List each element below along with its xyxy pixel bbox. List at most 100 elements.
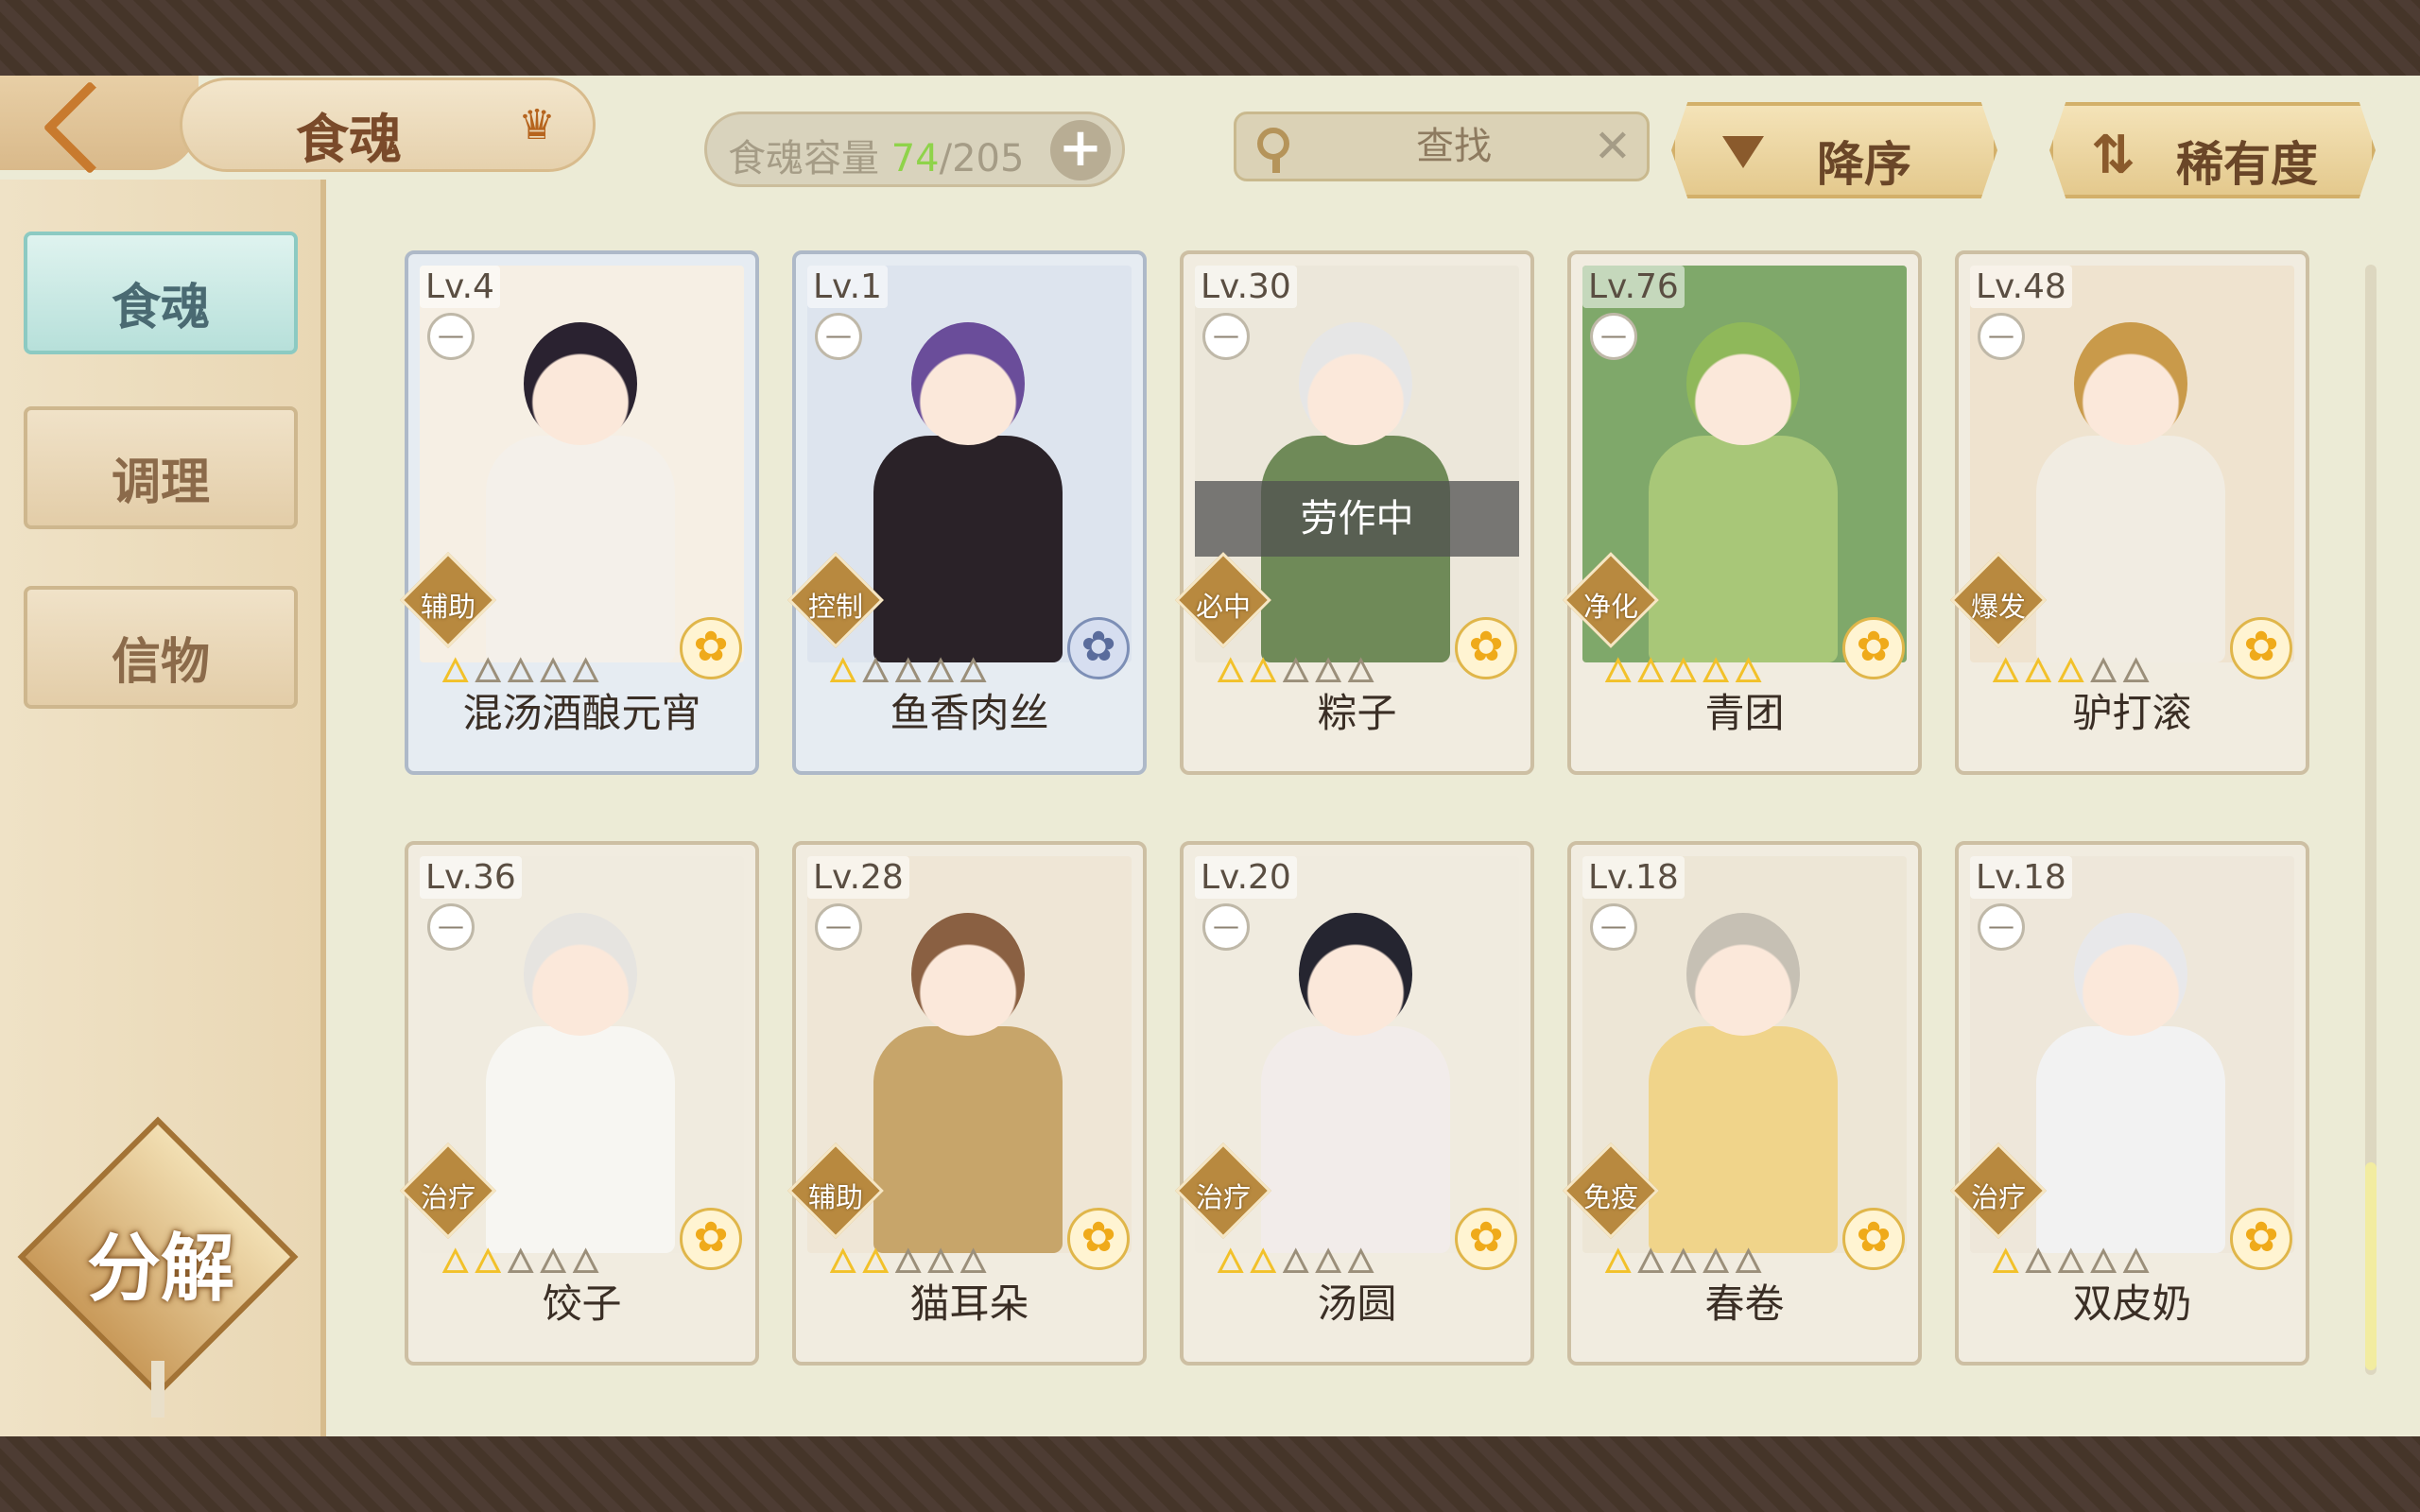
- level-label: Lv.28: [807, 856, 909, 899]
- level-label: Lv.18: [1970, 856, 2072, 899]
- food-soul-card[interactable]: Lv.18 — 治疗 🜂🜂🜂🜂🜂 ✿ 双皮奶: [1950, 841, 2309, 1366]
- food-soul-card[interactable]: Lv.30 — 劳作中 必中 🜂🜂🜂🜂🜂 ✿ 粽子: [1175, 250, 1534, 775]
- character-name: 春卷: [1704, 1280, 1785, 1327]
- swap-icon: ⇅: [2091, 125, 2135, 186]
- flower-icon: ✿: [1455, 1208, 1517, 1270]
- role-label: 辅助: [807, 1181, 863, 1213]
- bowl-icon: —: [815, 313, 862, 360]
- bowl-icon: —: [1590, 903, 1637, 951]
- capacity-text: 食魂容量: [728, 137, 879, 180]
- character-name: 驴打滚: [2072, 690, 2192, 736]
- bowl-icon: —: [1202, 903, 1250, 951]
- character-name: 鱼香肉丝: [890, 690, 1049, 736]
- character-figure: [476, 294, 684, 662]
- sort-order-button[interactable]: 降序: [1671, 102, 1997, 198]
- scrollbar[interactable]: [2365, 265, 2377, 1375]
- food-soul-card[interactable]: Lv.4 — 辅助 🜂🜂🜂🜂🜂 ✿ 混汤酒酿元宵: [400, 250, 759, 775]
- level-label: Lv.48: [1970, 266, 2072, 308]
- food-soul-card[interactable]: Lv.18 — 免疫 🜂🜂🜂🜂🜂 ✿ 春卷: [1563, 841, 1922, 1366]
- flower-icon: ✿: [2230, 1208, 2292, 1270]
- flower-icon: ✿: [680, 1208, 742, 1270]
- sort-order-label: 降序: [1817, 136, 1911, 192]
- sidebar-item-label: 调理: [111, 454, 210, 511]
- flower-icon: ✿: [1842, 617, 1905, 679]
- character-name: 猫耳朵: [909, 1280, 1029, 1327]
- triangle-down-icon: [1722, 136, 1764, 168]
- food-soul-card[interactable]: Lv.1 — 控制 🜂🜂🜂🜂🜂 ✿ 鱼香肉丝: [787, 250, 1147, 775]
- bowl-icon: —: [1978, 903, 2025, 951]
- crown-icon[interactable]: ♛: [509, 101, 565, 149]
- search-icon: [1252, 124, 1299, 173]
- food-soul-card[interactable]: Lv.36 — 治疗 🜂🜂🜂🜂🜂 ✿ 饺子: [400, 841, 759, 1366]
- role-label: 治疗: [420, 1181, 475, 1213]
- role-label: 必中: [1195, 591, 1251, 623]
- character-figure: [2027, 885, 2235, 1253]
- role-label: 辅助: [420, 591, 475, 623]
- close-icon[interactable]: ✕: [1594, 122, 1632, 171]
- capacity-max: /205: [939, 137, 1025, 180]
- flower-icon: ✿: [1455, 617, 1517, 679]
- flower-icon: ✿: [2230, 617, 2292, 679]
- role-label: 免疫: [1582, 1181, 1638, 1213]
- level-label: Lv.18: [1582, 856, 1685, 899]
- sidebar-item-token[interactable]: 信物: [24, 586, 298, 709]
- chevron-left-icon: [43, 80, 137, 175]
- character-figure: [1639, 294, 1847, 662]
- capacity-box: 食魂容量 74/205 +: [704, 112, 1125, 187]
- level-label: Lv.76: [1582, 266, 1685, 308]
- sidebar-item-label: 食魂: [111, 279, 210, 336]
- page-title: 食魂: [296, 109, 402, 171]
- search-box: ✕: [1234, 112, 1650, 181]
- sidebar-item-food-soul[interactable]: 食魂: [24, 232, 298, 354]
- tassel-decoration: [151, 1361, 164, 1418]
- level-label: Lv.1: [807, 266, 888, 308]
- role-label: 治疗: [1195, 1181, 1251, 1213]
- character-name: 汤圆: [1317, 1280, 1397, 1327]
- title-tab: 食魂 ♛: [180, 77, 596, 172]
- back-button[interactable]: [0, 76, 199, 175]
- level-label: Lv.20: [1195, 856, 1297, 899]
- character-figure: [864, 294, 1072, 662]
- scrollbar-thumb[interactable]: [2365, 1162, 2377, 1370]
- level-label: Lv.4: [420, 266, 500, 308]
- bowl-icon: —: [1978, 313, 2025, 360]
- food-soul-card[interactable]: Lv.20 — 治疗 🜂🜂🜂🜂🜂 ✿ 汤圆: [1175, 841, 1534, 1366]
- food-soul-card[interactable]: Lv.48 — 爆发 🜂🜂🜂🜂🜂 ✿ 驴打滚: [1950, 250, 2309, 775]
- decompose-label[interactable]: 分解: [57, 1210, 265, 1315]
- role-label: 治疗: [1970, 1181, 2026, 1213]
- search-input[interactable]: [1331, 114, 1577, 179]
- sort-rarity-button[interactable]: ⇅ 稀有度: [2049, 102, 2376, 198]
- level-label: Lv.30: [1195, 266, 1297, 308]
- bowl-icon: —: [1202, 313, 1250, 360]
- top-frame: [0, 0, 2420, 76]
- character-figure: [2027, 294, 2235, 662]
- sidebar-item-label: 信物: [111, 633, 210, 691]
- character-figure: [476, 885, 684, 1253]
- character-figure: [1252, 294, 1460, 662]
- flower-icon: ✿: [1067, 1208, 1130, 1270]
- level-label: Lv.36: [420, 856, 522, 899]
- bottom-frame: [0, 1436, 2420, 1512]
- character-name: 混汤酒酿元宵: [462, 690, 701, 736]
- flower-icon: ✿: [1842, 1208, 1905, 1270]
- role-label: 爆发: [1970, 591, 2026, 623]
- bowl-icon: —: [427, 313, 475, 360]
- character-figure: [864, 885, 1072, 1253]
- character-name: 粽子: [1317, 690, 1397, 736]
- flower-icon: ✿: [680, 617, 742, 679]
- food-soul-card[interactable]: Lv.76 — 净化 🜂🜂🜂🜂🜂 ✿ 青团: [1563, 250, 1922, 775]
- role-label: 净化: [1582, 591, 1638, 623]
- status-badge: 劳作中: [1195, 481, 1519, 557]
- character-name: 饺子: [542, 1280, 622, 1327]
- character-name: 双皮奶: [2072, 1280, 2192, 1327]
- character-name: 青团: [1704, 690, 1785, 736]
- flower-icon: ✿: [1067, 617, 1130, 679]
- sort-rarity-label: 稀有度: [2176, 136, 2318, 192]
- capacity-label: 食魂容量 74/205: [728, 128, 1024, 182]
- bowl-icon: —: [427, 903, 475, 951]
- add-capacity-button[interactable]: +: [1050, 120, 1111, 180]
- food-soul-card[interactable]: Lv.28 — 辅助 🜂🜂🜂🜂🜂 ✿ 猫耳朵: [787, 841, 1147, 1366]
- character-figure: [1639, 885, 1847, 1253]
- sidebar-item-conditioning[interactable]: 调理: [24, 406, 298, 529]
- role-label: 控制: [807, 591, 863, 623]
